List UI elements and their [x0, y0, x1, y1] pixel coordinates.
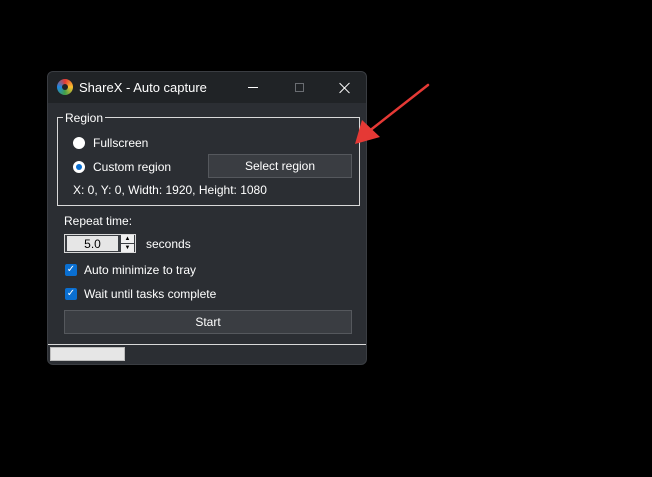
arrow-shaft [366, 83, 430, 134]
seconds-label: seconds [146, 237, 191, 251]
auto-minimize-checkbox[interactable]: ✓ [65, 264, 77, 276]
window-title: ShareX - Auto capture [79, 80, 207, 95]
wait-tasks-checkbox[interactable]: ✓ [65, 288, 77, 300]
region-group-label: Region [63, 111, 106, 125]
stepper-up-icon[interactable]: ▲ [121, 235, 134, 243]
fullscreen-label: Fullscreen [93, 136, 149, 150]
custom-region-radio-option[interactable]: Custom region [73, 160, 171, 174]
arrow-head [355, 120, 380, 144]
status-separator [48, 344, 366, 345]
start-button[interactable]: Start [64, 310, 352, 334]
maximize-button[interactable] [276, 72, 322, 103]
auto-capture-window: ShareX - Auto capture Region Fullscreen … [47, 71, 367, 365]
fullscreen-radio-option[interactable]: Fullscreen [73, 136, 148, 150]
progress-bar [50, 347, 125, 361]
repeat-time-label: Repeat time: [64, 214, 133, 228]
auto-minimize-label: Auto minimize to tray [84, 263, 197, 277]
wait-tasks-label: Wait until tasks complete [84, 287, 217, 301]
region-coordinates-text: X: 0, Y: 0, Width: 1920, Height: 1080 [73, 183, 267, 197]
wait-tasks-option[interactable]: ✓ Wait until tasks complete [65, 287, 216, 301]
title-bar[interactable]: ShareX - Auto capture [48, 72, 366, 103]
stepper-down-icon[interactable]: ▼ [121, 244, 134, 252]
sharex-logo-icon [57, 79, 73, 95]
custom-region-label: Custom region [93, 160, 172, 174]
repeat-time-input[interactable]: 5.0 [67, 236, 118, 251]
select-region-button[interactable]: Select region [208, 154, 352, 178]
fullscreen-radio[interactable] [73, 137, 85, 149]
red-arrow-annotation [355, 83, 430, 144]
minimize-button[interactable] [230, 72, 276, 103]
minimize-icon [248, 87, 258, 88]
repeat-time-stepper[interactable]: 5.0 ▲ ▼ [64, 234, 136, 253]
custom-region-radio[interactable] [73, 161, 85, 173]
auto-minimize-option[interactable]: ✓ Auto minimize to tray [65, 263, 196, 277]
maximize-icon [294, 83, 304, 92]
